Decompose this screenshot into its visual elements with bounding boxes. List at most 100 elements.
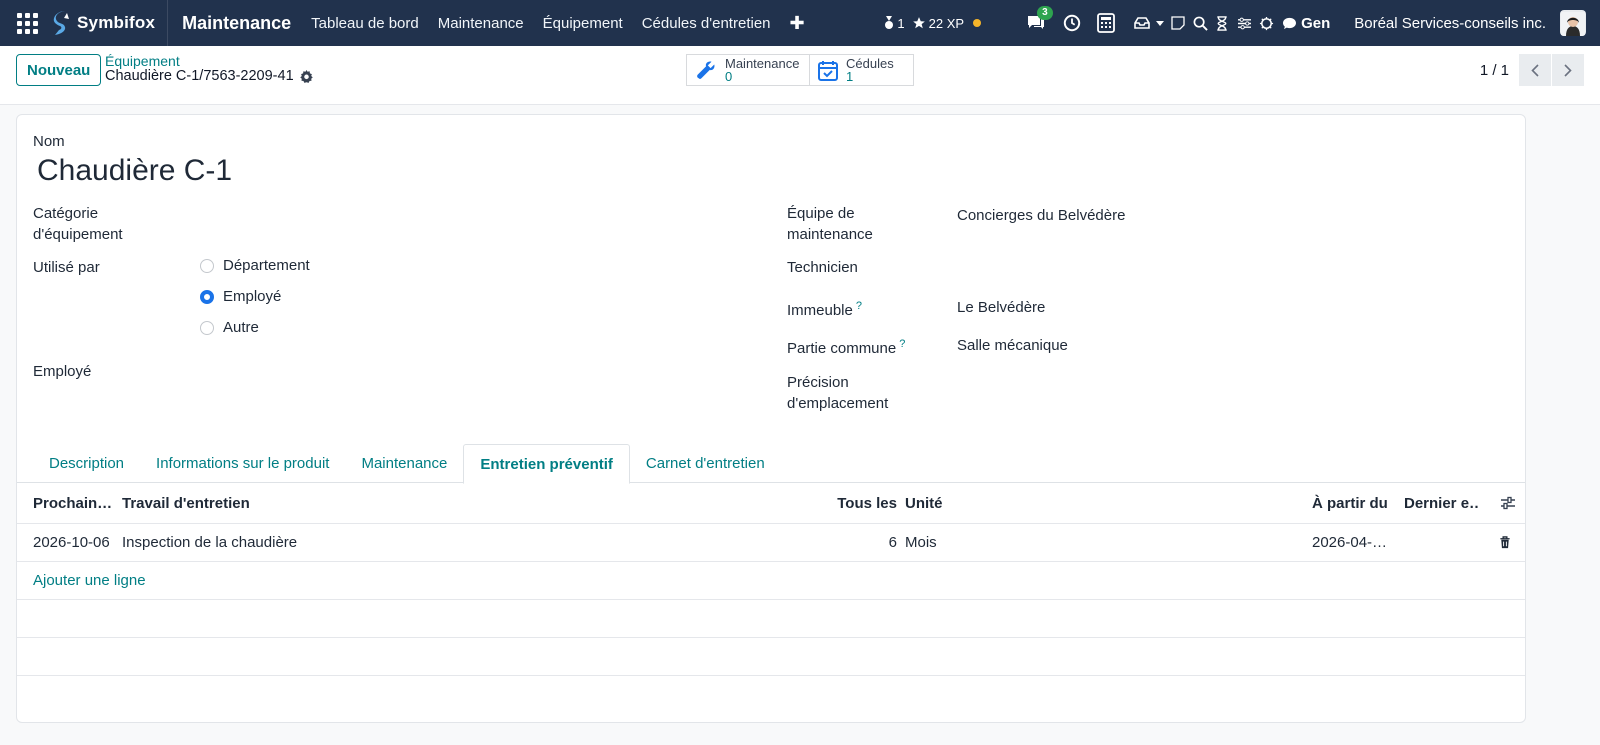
gamification-stats[interactable]: 1 22 XP bbox=[884, 15, 982, 31]
technician-field[interactable] bbox=[957, 257, 1497, 278]
star-icon bbox=[912, 17, 925, 29]
radio-employee[interactable] bbox=[200, 289, 214, 304]
chat-badge: 3 bbox=[1037, 6, 1053, 20]
used-by-option-department[interactable]: Département bbox=[200, 257, 310, 274]
form-sheet: Nom Chaudière C-1 Catégorie d'équipement… bbox=[16, 114, 1526, 723]
smart-buttons: Maintenance 0 Cédules 1 bbox=[686, 54, 914, 86]
menu-item-equipment[interactable]: Équipement bbox=[543, 15, 623, 32]
navbar-systray: 1 22 XP 3 Gen Boréal Services-conseils i… bbox=[884, 0, 1600, 46]
used-by-option-employee[interactable]: Employé bbox=[200, 288, 281, 305]
team-label: Équipe de maintenance bbox=[787, 205, 873, 243]
col-from[interactable]: À partir du bbox=[1312, 483, 1396, 523]
hourglass-icon[interactable] bbox=[1211, 12, 1233, 34]
add-line-link[interactable]: Ajouter une ligne bbox=[33, 562, 146, 599]
common-area-help-icon[interactable]: ? bbox=[899, 338, 905, 350]
sliders-icon[interactable] bbox=[1233, 12, 1255, 34]
cell-last[interactable] bbox=[1404, 524, 1480, 561]
clock-icon[interactable] bbox=[1061, 12, 1083, 34]
table-row[interactable]: 2026-10-06 Inspection de la chaudière 6 … bbox=[17, 524, 1525, 562]
tab-product-info[interactable]: Informations sur le produit bbox=[140, 444, 345, 483]
cell-work[interactable]: Inspection de la chaudière bbox=[122, 524, 722, 561]
trash-icon[interactable] bbox=[1499, 524, 1515, 561]
radio-department[interactable] bbox=[200, 258, 214, 273]
empty-row bbox=[17, 600, 1525, 638]
col-work[interactable]: Travail d'entretien bbox=[122, 483, 522, 523]
bug-icon[interactable] bbox=[1255, 12, 1277, 34]
common-area-label: Partie commune? bbox=[787, 338, 906, 357]
maintenance-smart-button[interactable]: Maintenance 0 bbox=[686, 54, 810, 86]
record-name-input[interactable]: Chaudière C-1 bbox=[37, 151, 232, 191]
control-panel: Nouveau Équipement Chaudière C-1/7563-22… bbox=[0, 46, 1600, 105]
maintenance-smart-count: 0 bbox=[725, 69, 733, 84]
cell-next[interactable]: 2026-10-06 bbox=[33, 524, 117, 561]
schedules-smart-button[interactable]: Cédules 1 bbox=[810, 54, 914, 86]
common-area-field[interactable]: Salle mécanique bbox=[957, 335, 1068, 356]
building-label: Immeuble? bbox=[787, 300, 862, 319]
menu-add-icon[interactable]: ✚ bbox=[790, 13, 805, 34]
radio-other[interactable] bbox=[200, 320, 214, 335]
brand[interactable]: Symbifox bbox=[51, 0, 169, 46]
brand-name: Symbifox bbox=[77, 13, 156, 32]
employee-field[interactable] bbox=[200, 361, 760, 382]
col-last[interactable]: Dernier e… bbox=[1404, 483, 1480, 523]
menu-item-dashboard[interactable]: Tableau de bord bbox=[311, 15, 419, 32]
gear-icon[interactable] bbox=[299, 70, 313, 83]
category-label: Catégorie d'équipement bbox=[33, 205, 123, 243]
menu-item-schedules[interactable]: Cédules d'entretien bbox=[642, 15, 771, 32]
tab-maintenance-log[interactable]: Carnet d'entretien bbox=[630, 444, 781, 483]
used-by-option-other[interactable]: Autre bbox=[200, 319, 259, 336]
category-field[interactable] bbox=[200, 203, 760, 224]
col-next[interactable]: Prochain… bbox=[33, 483, 115, 523]
building-help-icon[interactable]: ? bbox=[856, 300, 862, 312]
tab-preventive-maintenance[interactable]: Entretien préventif bbox=[463, 444, 630, 484]
breadcrumb: Équipement Chaudière C-1/7563-2209-41 bbox=[105, 54, 313, 84]
calendar-check-icon bbox=[818, 60, 838, 81]
tab-maintenance[interactable]: Maintenance bbox=[345, 444, 463, 483]
location-precision-field[interactable] bbox=[957, 372, 1497, 393]
table-header-row: Prochain… Travail d'entretien Tous les U… bbox=[17, 483, 1525, 524]
team-field[interactable]: Concierges du Belvédère bbox=[957, 205, 1125, 226]
notebook-tabs: Description Informations sur le produit … bbox=[17, 444, 1525, 484]
app-title[interactable]: Maintenance bbox=[182, 13, 291, 34]
user-avatar[interactable] bbox=[1560, 10, 1586, 36]
gen-label[interactable]: Gen bbox=[1301, 15, 1330, 32]
search-icon[interactable] bbox=[1189, 12, 1211, 34]
top-navbar: Symbifox Maintenance Tableau de bord Mai… bbox=[0, 0, 1600, 46]
comment-icon[interactable] bbox=[1281, 12, 1297, 34]
breadcrumb-parent[interactable]: Équipement bbox=[105, 54, 313, 69]
cell-from[interactable]: 2026-04-… bbox=[1312, 524, 1396, 561]
location-precision-label: Précision d'emplacement bbox=[787, 374, 889, 412]
caret-down-icon[interactable] bbox=[1153, 12, 1167, 34]
maintenance-smart-label: Maintenance bbox=[725, 56, 800, 71]
schedules-smart-label: Cédules bbox=[846, 56, 894, 71]
tab-description[interactable]: Description bbox=[33, 444, 140, 483]
menu-item-maintenance[interactable]: Maintenance bbox=[438, 15, 524, 32]
xp-indicator bbox=[973, 19, 982, 27]
inbox-icon[interactable] bbox=[1131, 12, 1153, 34]
optional-columns-icon[interactable] bbox=[1500, 483, 1518, 523]
name-label: Nom bbox=[33, 133, 65, 150]
pager-next-button[interactable] bbox=[1552, 54, 1584, 86]
empty-row bbox=[17, 676, 1525, 714]
breadcrumb-current-wrap: Chaudière C-1/7563-2209-41 bbox=[105, 69, 313, 84]
pager-previous-button[interactable] bbox=[1519, 54, 1551, 86]
new-button[interactable]: Nouveau bbox=[16, 54, 102, 86]
col-every[interactable]: Tous les bbox=[797, 483, 897, 523]
add-line-row: Ajouter une ligne bbox=[17, 562, 1525, 600]
building-field[interactable]: Le Belvédère bbox=[957, 297, 1045, 318]
preventive-maintenance-table: Prochain… Travail d'entretien Tous les U… bbox=[17, 483, 1525, 714]
empty-row bbox=[17, 638, 1525, 676]
chat-icon[interactable]: 3 bbox=[1025, 6, 1053, 34]
col-unit[interactable]: Unité bbox=[905, 483, 1005, 523]
calculator-icon[interactable] bbox=[1095, 12, 1117, 34]
sticky-note-icon[interactable] bbox=[1167, 12, 1189, 34]
radio-department-label: Département bbox=[223, 257, 310, 274]
app-grid-icon[interactable] bbox=[17, 12, 39, 34]
employee-label: Employé bbox=[33, 363, 92, 380]
company-switcher[interactable]: Boréal Services-conseils inc. bbox=[1354, 15, 1546, 32]
schedules-smart-count: 1 bbox=[846, 69, 854, 84]
stat-count: 1 bbox=[897, 15, 905, 31]
cell-every[interactable]: 6 bbox=[797, 524, 897, 561]
cell-unit[interactable]: Mois bbox=[905, 524, 1005, 561]
pager-value[interactable]: 1 / 1 bbox=[1480, 62, 1509, 79]
